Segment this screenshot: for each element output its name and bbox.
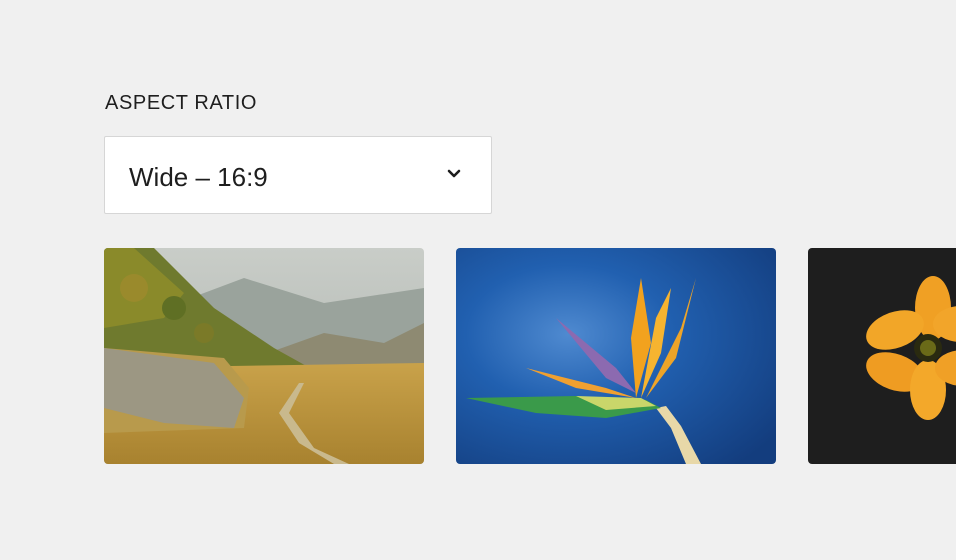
aspect-ratio-select[interactable]: Wide – 16:9 xyxy=(104,136,492,214)
chevron-down-icon xyxy=(447,169,461,178)
bird-of-paradise-image xyxy=(456,248,776,464)
image-thumbnail-bird-of-paradise[interactable] xyxy=(456,248,776,464)
mountain-meadow-image xyxy=(104,248,424,464)
aspect-ratio-label: ASPECT RATIO xyxy=(105,92,258,114)
image-thumbnail-mountain-meadow[interactable] xyxy=(104,248,424,464)
orange-flower-image xyxy=(808,248,956,464)
image-thumbnail-orange-flower[interactable] xyxy=(808,248,956,464)
aspect-ratio-selected-value: Wide – 16:9 xyxy=(129,162,268,192)
